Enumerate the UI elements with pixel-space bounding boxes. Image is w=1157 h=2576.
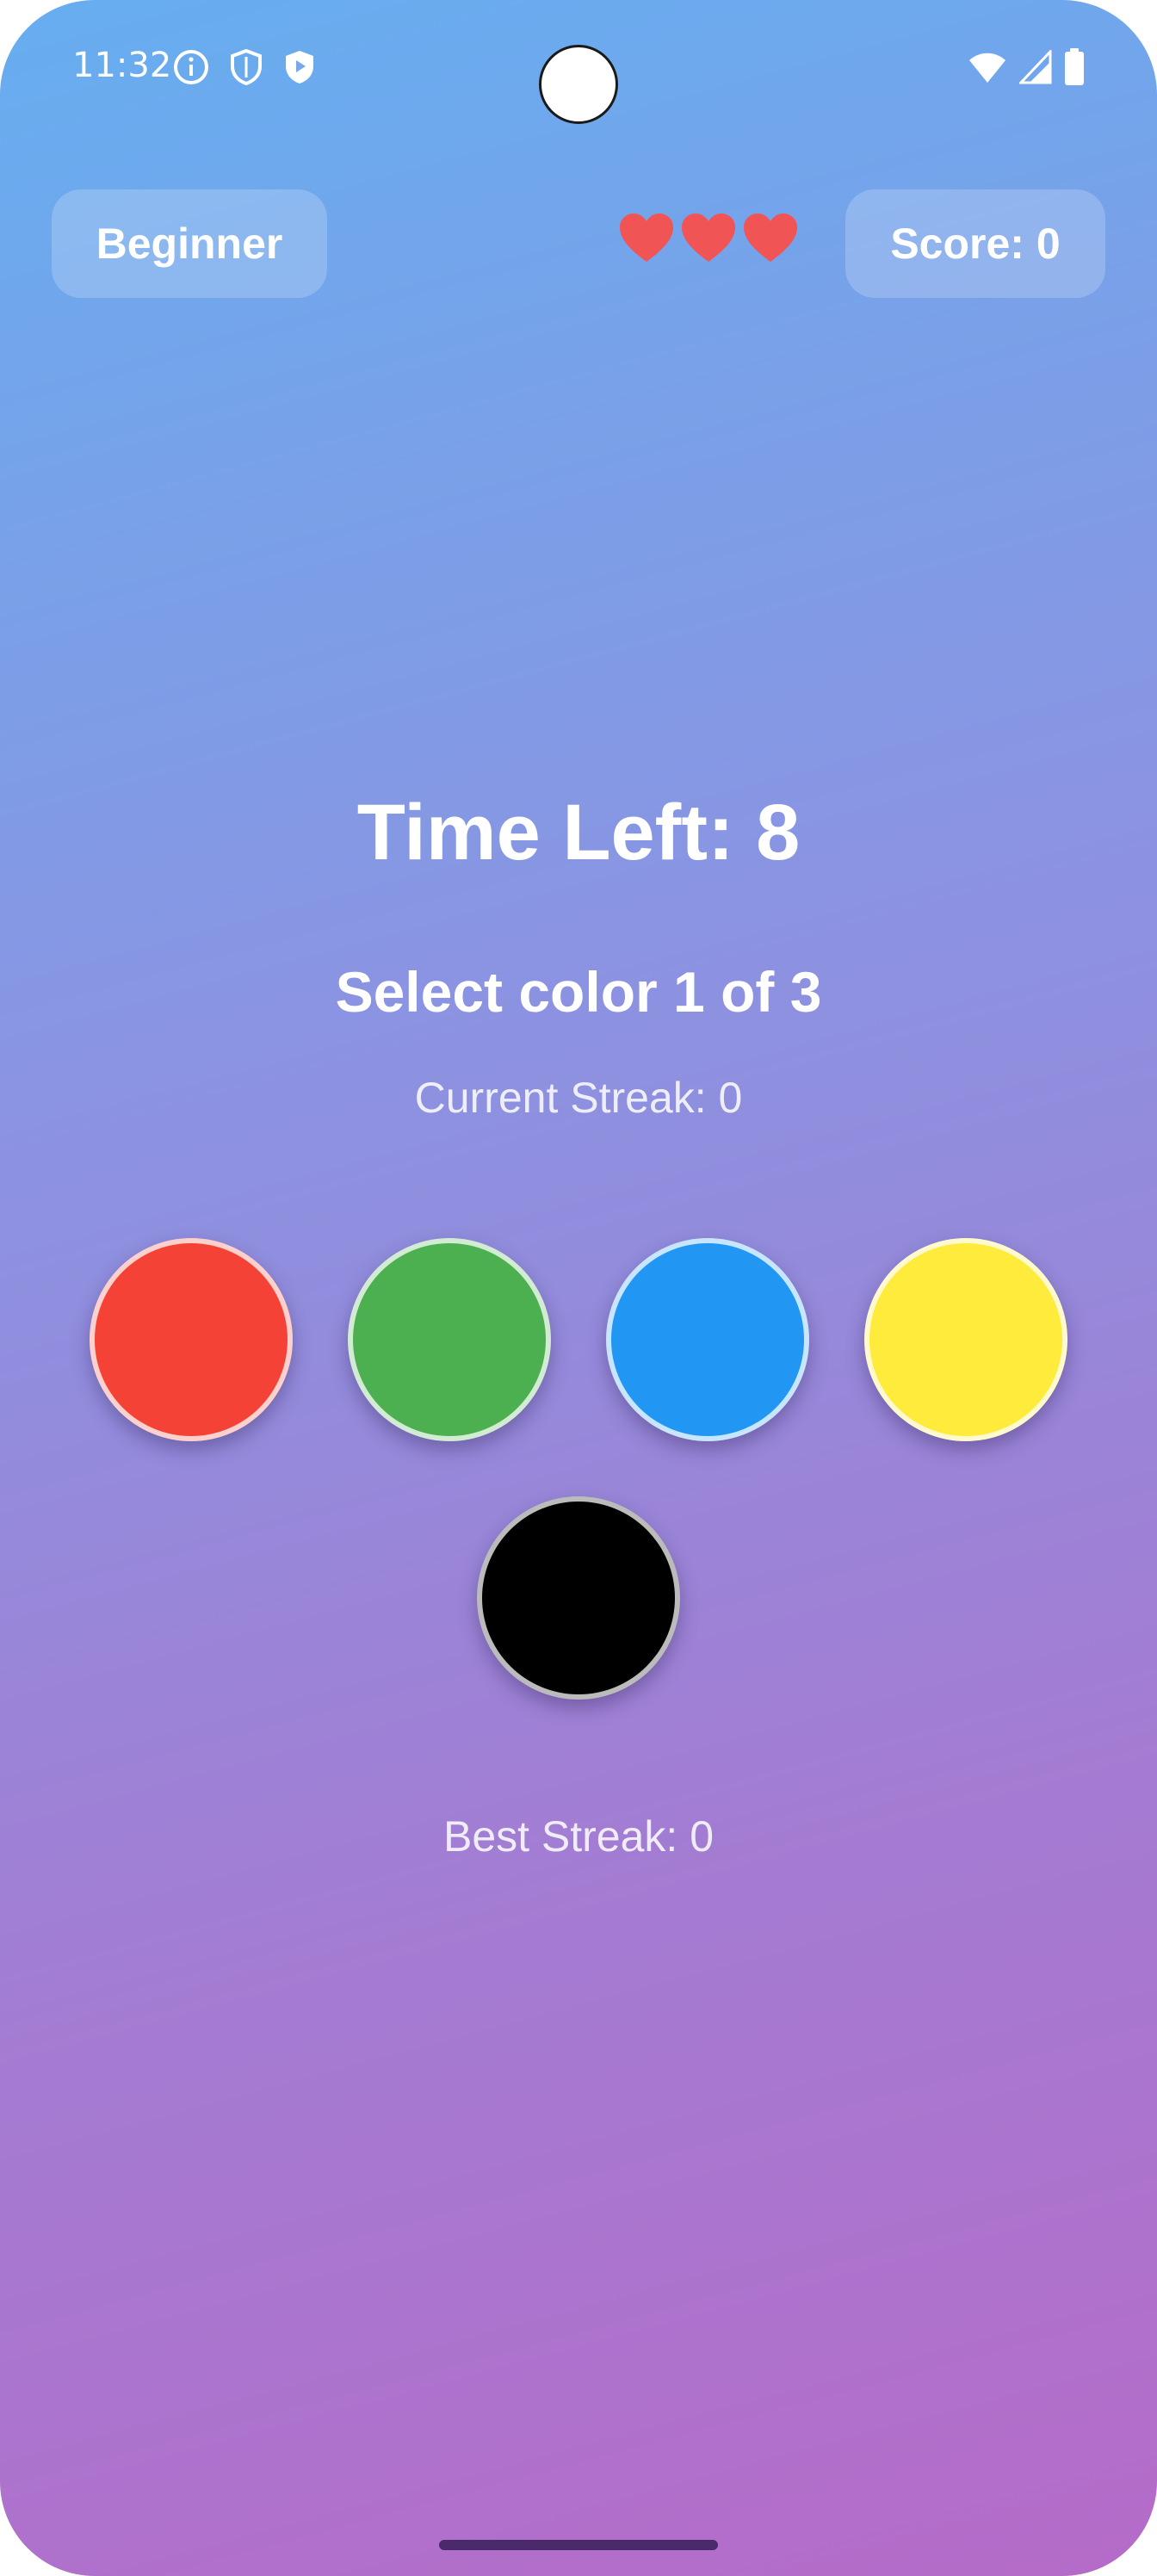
score-display: Score: 0: [845, 189, 1105, 298]
status-left-icons: [172, 48, 317, 86]
color-button-yellow[interactable]: [864, 1238, 1067, 1441]
lives-indicator: [618, 212, 799, 263]
app-screen: 11:32 Beginner Score: 0 Time Left: 8 Sel…: [0, 0, 1157, 2576]
wifi-icon: [968, 50, 1007, 84]
color-button-green[interactable]: [348, 1238, 551, 1441]
status-right-icons: [968, 48, 1085, 86]
battery-icon: [1064, 48, 1085, 86]
heart-icon: [680, 212, 737, 263]
color-button-blue[interactable]: [606, 1238, 809, 1441]
select-color-prompt: Select color 1 of 3: [335, 960, 822, 1024]
best-streak-label: Best Streak: 0: [442, 1812, 715, 1861]
camera-cutout: [539, 45, 618, 124]
home-indicator[interactable]: [439, 2540, 718, 2550]
heart-icon: [618, 212, 675, 263]
current-streak-label: Current Streak: 0: [414, 1074, 743, 1122]
color-button-red[interactable]: [90, 1238, 293, 1441]
signal-icon: [1019, 50, 1052, 84]
status-time: 11:32: [72, 46, 172, 85]
time-left-label: Time Left: 8: [356, 789, 801, 876]
heart-icon: [742, 212, 799, 263]
color-button-black[interactable]: [477, 1496, 680, 1700]
status-bar: 11:32: [0, 0, 1157, 129]
play-shield-icon: [282, 48, 317, 86]
shield-icon: [229, 48, 263, 86]
difficulty-level-button[interactable]: Beginner: [52, 189, 327, 298]
info-icon: [172, 48, 210, 86]
